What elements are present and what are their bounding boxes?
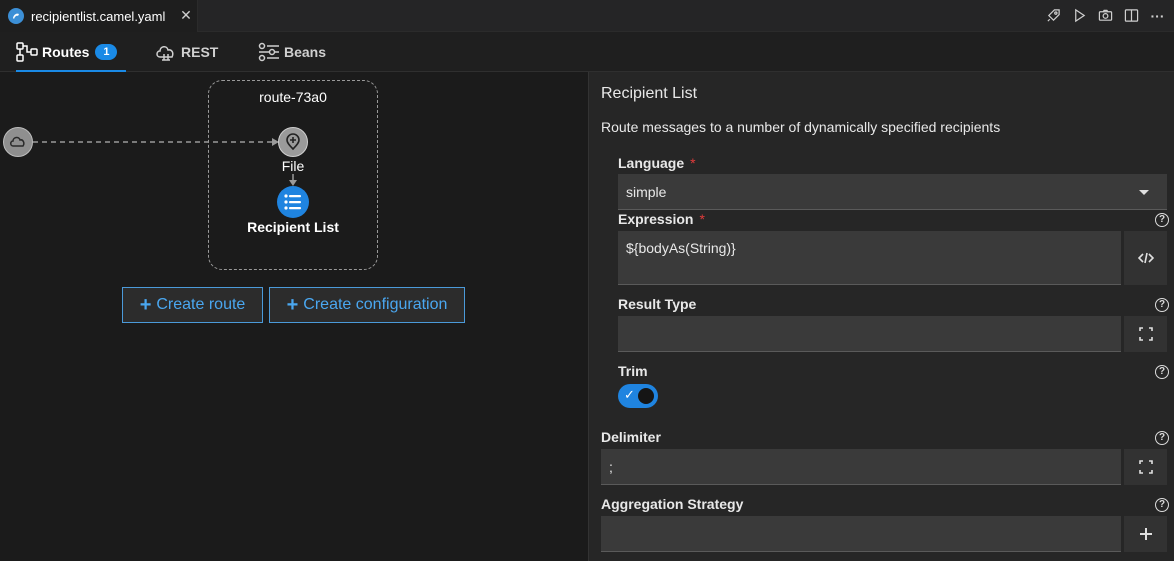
- tab-routes[interactable]: Routes 1: [16, 32, 126, 73]
- help-icon[interactable]: ?: [1155, 365, 1169, 379]
- expand-icon: [1138, 460, 1153, 474]
- expression-label: Expression *: [618, 211, 705, 227]
- create-route-label: Create route: [156, 296, 246, 313]
- camel-file-icon: [8, 8, 24, 24]
- language-select[interactable]: simple: [618, 174, 1167, 210]
- chevron-down-icon: [1139, 190, 1149, 195]
- close-icon[interactable]: ✕: [179, 8, 193, 22]
- panel-description: Route messages to a number of dynamicall…: [601, 119, 1001, 135]
- route-title: route-73a0: [259, 89, 327, 105]
- help-icon[interactable]: ?: [1155, 298, 1169, 312]
- create-configuration-button[interactable]: + Create configuration: [269, 287, 465, 323]
- toggle-knob: [638, 388, 654, 404]
- recipient-list-node-label: Recipient List: [247, 219, 339, 235]
- result-type-expand-button[interactable]: [1123, 316, 1167, 352]
- more-icon[interactable]: ···: [1149, 7, 1166, 24]
- tab-rest-label: REST: [181, 44, 219, 60]
- aggregation-strategy-add-button[interactable]: [1123, 516, 1167, 552]
- help-icon[interactable]: ?: [1155, 498, 1169, 512]
- editor-tab-title: recipientlist.camel.yaml: [31, 8, 166, 24]
- delimiter-value: ;: [609, 458, 613, 475]
- plus-icon: [1139, 528, 1152, 540]
- route-canvas[interactable]: route-73a0 File Recipient List + Create …: [0, 72, 588, 561]
- routes-count-badge: 1: [95, 44, 118, 60]
- plus-icon: +: [139, 293, 152, 316]
- language-label: Language *: [618, 155, 696, 171]
- tab-beans[interactable]: Beans: [258, 32, 338, 72]
- code-icon: [1137, 252, 1154, 264]
- camera-icon[interactable]: [1097, 7, 1114, 24]
- help-icon[interactable]: ?: [1155, 431, 1169, 445]
- result-type-input[interactable]: [618, 316, 1121, 352]
- rocket-icon[interactable]: [1045, 7, 1062, 24]
- cloud-icon: [156, 46, 174, 61]
- file-endpoint-icon: [286, 133, 300, 151]
- delimiter-expand-button[interactable]: [1123, 449, 1167, 485]
- file-node-label: File: [281, 158, 305, 174]
- trim-toggle[interactable]: ✓: [618, 384, 658, 408]
- tab-beans-label: Beans: [284, 44, 327, 60]
- properties-panel: Recipient List Route messages to a numbe…: [588, 72, 1174, 561]
- cloud-source-icon: [10, 136, 25, 147]
- aggregation-strategy-input[interactable]: [601, 516, 1121, 552]
- editor-tab-recipientlist[interactable]: recipientlist.camel.yaml ✕: [0, 0, 198, 32]
- expression-editor-button[interactable]: [1123, 231, 1167, 285]
- view-tabs: Routes 1 REST Beans: [0, 32, 1174, 73]
- result-type-label: Result Type: [618, 296, 697, 312]
- recipient-list-icon: [284, 194, 301, 210]
- help-icon[interactable]: ?: [1155, 213, 1169, 227]
- delimiter-label: Delimiter: [601, 429, 661, 445]
- plus-icon: +: [286, 293, 299, 316]
- tab-rest[interactable]: REST: [155, 32, 225, 72]
- expand-icon: [1138, 327, 1153, 341]
- expression-value: ${bodyAs(String)}: [626, 240, 736, 256]
- recipient-list-node[interactable]: [277, 186, 309, 218]
- panel-title: Recipient List: [601, 85, 698, 102]
- create-configuration-label: Create configuration: [303, 296, 448, 313]
- aggregation-strategy-label: Aggregation Strategy: [601, 496, 744, 512]
- create-route-button[interactable]: + Create route: [122, 287, 263, 323]
- editor-actions: ···: [1045, 7, 1166, 24]
- file-node[interactable]: [278, 127, 308, 157]
- language-value: simple: [626, 183, 667, 200]
- required-marker: *: [699, 211, 705, 227]
- route-group[interactable]: route-73a0: [208, 80, 378, 270]
- split-editor-icon[interactable]: [1123, 7, 1140, 24]
- beans-icon: [258, 42, 279, 62]
- play-icon[interactable]: [1071, 7, 1088, 24]
- route-source-node[interactable]: [3, 127, 33, 157]
- required-marker: *: [690, 155, 696, 171]
- delimiter-input[interactable]: ;: [601, 449, 1121, 485]
- expression-textarea[interactable]: ${bodyAs(String)}: [618, 231, 1121, 285]
- routes-icon: [16, 42, 38, 62]
- editor-tab-bar: recipientlist.camel.yaml ✕ ···: [0, 0, 1174, 32]
- check-icon: ✓: [624, 387, 635, 402]
- trim-label: Trim: [618, 363, 648, 379]
- tab-routes-label: Routes: [42, 44, 90, 60]
